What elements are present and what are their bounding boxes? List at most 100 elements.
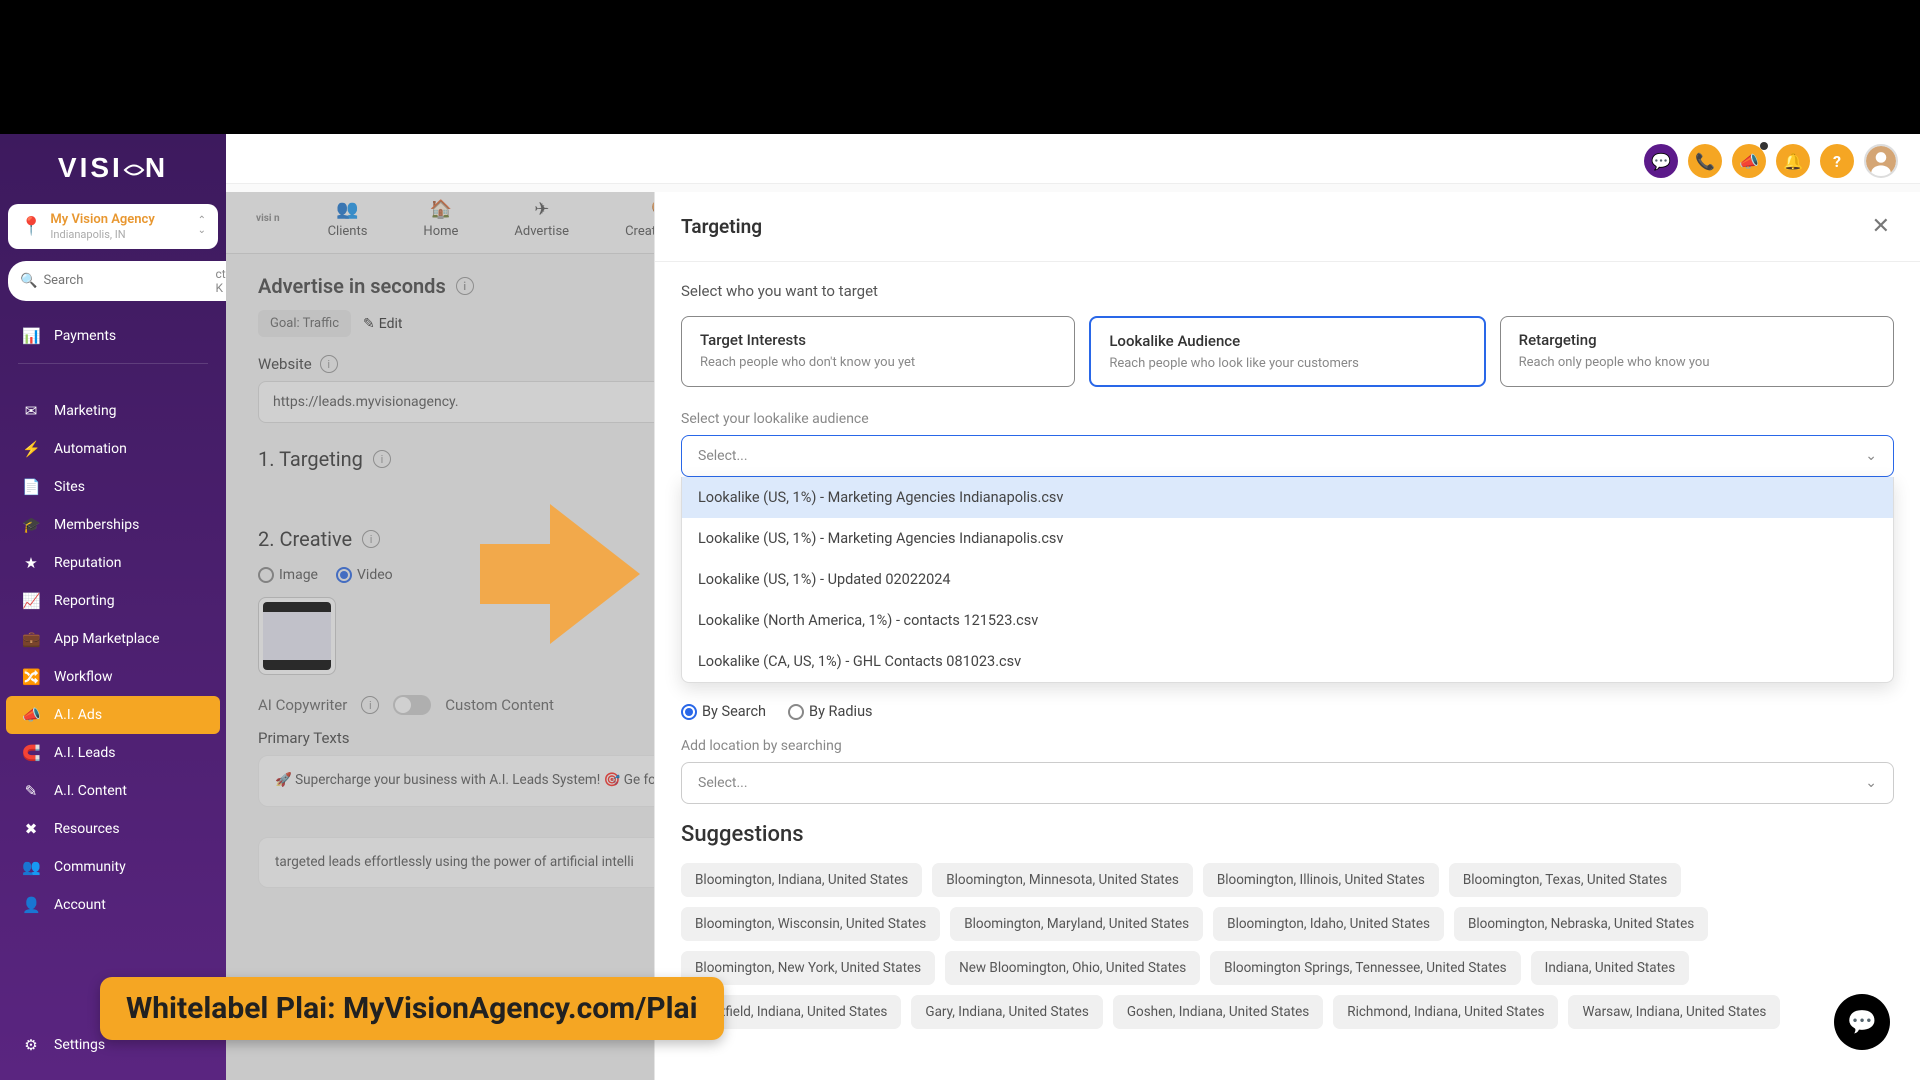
suggestion-chip[interactable]: Warsaw, Indiana, United States [1568,995,1780,1029]
suggestion-chip[interactable]: Bloomington, Illinois, United States [1203,863,1439,897]
suggestion-chip[interactable]: Bloomington, Texas, United States [1449,863,1681,897]
sidebar-item-label: Community [54,859,126,875]
radio-video[interactable]: Video [336,567,393,583]
sidebar-item-reporting[interactable]: 📈Reporting [0,582,226,620]
suggestion-chip[interactable]: Bloomington, Nebraska, United States [1454,907,1708,941]
clients-icon: 👥 [336,199,358,220]
ai-copywriter-label: AI Copywriter [258,696,347,714]
chat-icon[interactable]: 💬 [1644,144,1678,178]
info-icon[interactable]: i [361,696,379,714]
dropdown-option[interactable]: Lookalike (US, 1%) - Updated 02022024 [682,559,1893,600]
info-icon[interactable]: i [456,277,474,295]
suggestion-chip[interactable]: Bloomington, Minnesota, United States [932,863,1193,897]
suggestion-chip[interactable]: Bloomington, Idaho, United States [1213,907,1444,941]
sidebar-item-community[interactable]: 👥 Community [0,848,226,886]
subnav-logo: visi n [236,213,300,224]
sidebar-item-automation[interactable]: ⚡Automation [0,430,226,468]
custom-content-label: Custom Content [445,696,554,714]
suggestion-chip[interactable]: Bloomington, Maryland, United States [950,907,1203,941]
sidebar-item-account[interactable]: 👤Account [0,886,226,924]
search-input-wrap[interactable]: 🔍 ctrl K [8,261,245,301]
subnav-clients[interactable]: 👥Clients [300,199,396,239]
community-icon: 👥 [22,858,40,876]
sidebar-item-label: Reputation [54,555,122,571]
subnav-advertise[interactable]: ✈Advertise [486,199,597,239]
search-input[interactable] [43,273,209,288]
automation-icon: ⚡ [22,440,40,458]
suggestion-chip[interactable]: Richmond, Indiana, United States [1333,995,1558,1029]
sidebar-item-label: App Marketplace [54,631,160,647]
sidebar-item-memberships[interactable]: 🎓Memberships [0,506,226,544]
sidebar-item-marketplace[interactable]: 💼App Marketplace [0,620,226,658]
chevron-down-icon: ⌄ [198,226,206,236]
home-icon: 🏠 [430,199,452,220]
dropdown-option[interactable]: Lookalike (US, 1%) - Marketing Agencies … [682,477,1893,518]
suggestion-chip[interactable]: New Bloomington, Ohio, United States [945,951,1200,985]
sidebar-item-label: Workflow [54,669,113,685]
header-icon-row: 💬 📞 📣 🔔 ? [1644,144,1898,178]
search-icon: 🔍 [20,273,37,289]
info-icon[interactable]: i [362,530,380,548]
sidebar-item-payments[interactable]: 📊Payments [0,317,226,355]
reputation-icon: ★ [22,554,40,572]
ai-copywriter-toggle[interactable] [393,695,431,715]
megaphone-icon[interactable]: 📣 [1732,144,1766,178]
info-icon[interactable]: i [320,355,338,373]
sidebar-item-label: Sites [54,479,85,495]
sidebar-item-ai-ads[interactable]: 📣A.I. Ads [6,696,220,734]
sidebar-item-resources[interactable]: ✖Resources [0,810,226,848]
dropdown-option[interactable]: Lookalike (US, 1%) - Marketing Agencies … [682,518,1893,559]
suggestion-chip[interactable]: Gary, Indiana, United States [911,995,1102,1029]
resources-icon: ✖ [22,820,40,838]
reporting-icon: 📈 [22,592,40,610]
goal-pill: Goal: Traffic [258,310,351,337]
advertise-icon: ✈ [534,199,549,220]
sidebar-item-label: Payments [54,328,116,344]
panel-subhead: Select who you want to target [681,282,1894,300]
target-card-retargeting[interactable]: RetargetingReach only people who know yo… [1500,316,1894,387]
lookalike-dropdown: Lookalike (US, 1%) - Marketing Agencies … [681,477,1894,683]
location-select[interactable]: Select... ⌄ [681,762,1894,804]
avatar[interactable] [1864,144,1898,178]
dropdown-option[interactable]: Lookalike (North America, 1%) - contacts… [682,600,1893,641]
sidebar-item-label: Memberships [54,517,139,533]
suggestion-chip[interactable]: Goshen, Indiana, United States [1113,995,1323,1029]
settings-icon: ⚙ [22,1036,40,1054]
target-card-target-interests[interactable]: Target InterestsReach people who don't k… [681,316,1075,387]
account-switcher[interactable]: 📍 My Vision Agency Indianapolis, IN ⌃ ⌄ [8,204,218,249]
sidebar-item-reputation[interactable]: ★ Reputation [0,544,226,582]
sidebar-item-sites[interactable]: 📄Sites [0,468,226,506]
radio-by-radius[interactable]: By Radius [788,703,873,720]
marketing-icon: ✉ [22,402,40,420]
close-icon[interactable]: ✕ [1868,210,1894,243]
lookalike-select[interactable]: Select... ⌄ [681,435,1894,477]
suggestions-title: Suggestions [681,822,1894,847]
bell-icon[interactable]: 🔔 [1776,144,1810,178]
sidebar-item-ai-leads[interactable]: 🧲A.I. Leads [0,734,226,772]
phone-icon[interactable]: 📞 [1688,144,1722,178]
radio-by-search[interactable]: By Search [681,703,766,720]
sidebar-item-workflow[interactable]: 🔀Workflow [0,658,226,696]
suggestion-chip[interactable]: Bloomington Springs, Tennessee, United S… [1210,951,1520,985]
chat-fab[interactable]: 💬 [1834,994,1890,1050]
sidebar-item-marketing[interactable]: ✉Marketing [0,392,226,430]
subnav-home[interactable]: 🏠Home [395,199,486,239]
suggestion-chip[interactable]: Bloomington, Wisconsin, United States [681,907,940,941]
lookalike-label: Select your lookalike audience [681,411,1894,427]
help-icon[interactable]: ? [1820,144,1854,178]
targeting-panel: Targeting ✕ Select who you want to targe… [654,192,1920,1080]
pin-icon: 📍 [20,216,42,237]
edit-button[interactable]: ✎ Edit [363,316,402,332]
dropdown-option[interactable]: Lookalike (CA, US, 1%) - GHL Contacts 08… [682,641,1893,682]
sidebar-item-ai-content[interactable]: ✎A.I. Content [0,772,226,810]
pencil-icon: ✎ [363,316,375,332]
whitelabel-banner: Whitelabel Plai: MyVisionAgency.com/Plai [100,977,724,1040]
target-card-lookalike-audience[interactable]: Lookalike AudienceReach people who look … [1089,316,1485,387]
suggestion-chip[interactable]: Indiana, United States [1531,951,1690,985]
radio-image[interactable]: Image [258,567,318,583]
chevron-down-icon: ⌄ [1865,448,1877,464]
video-thumbnail[interactable] [258,597,336,675]
account-icon: 👤 [22,896,40,914]
info-icon[interactable]: i [373,450,391,468]
suggestion-chip[interactable]: Bloomington, Indiana, United States [681,863,922,897]
